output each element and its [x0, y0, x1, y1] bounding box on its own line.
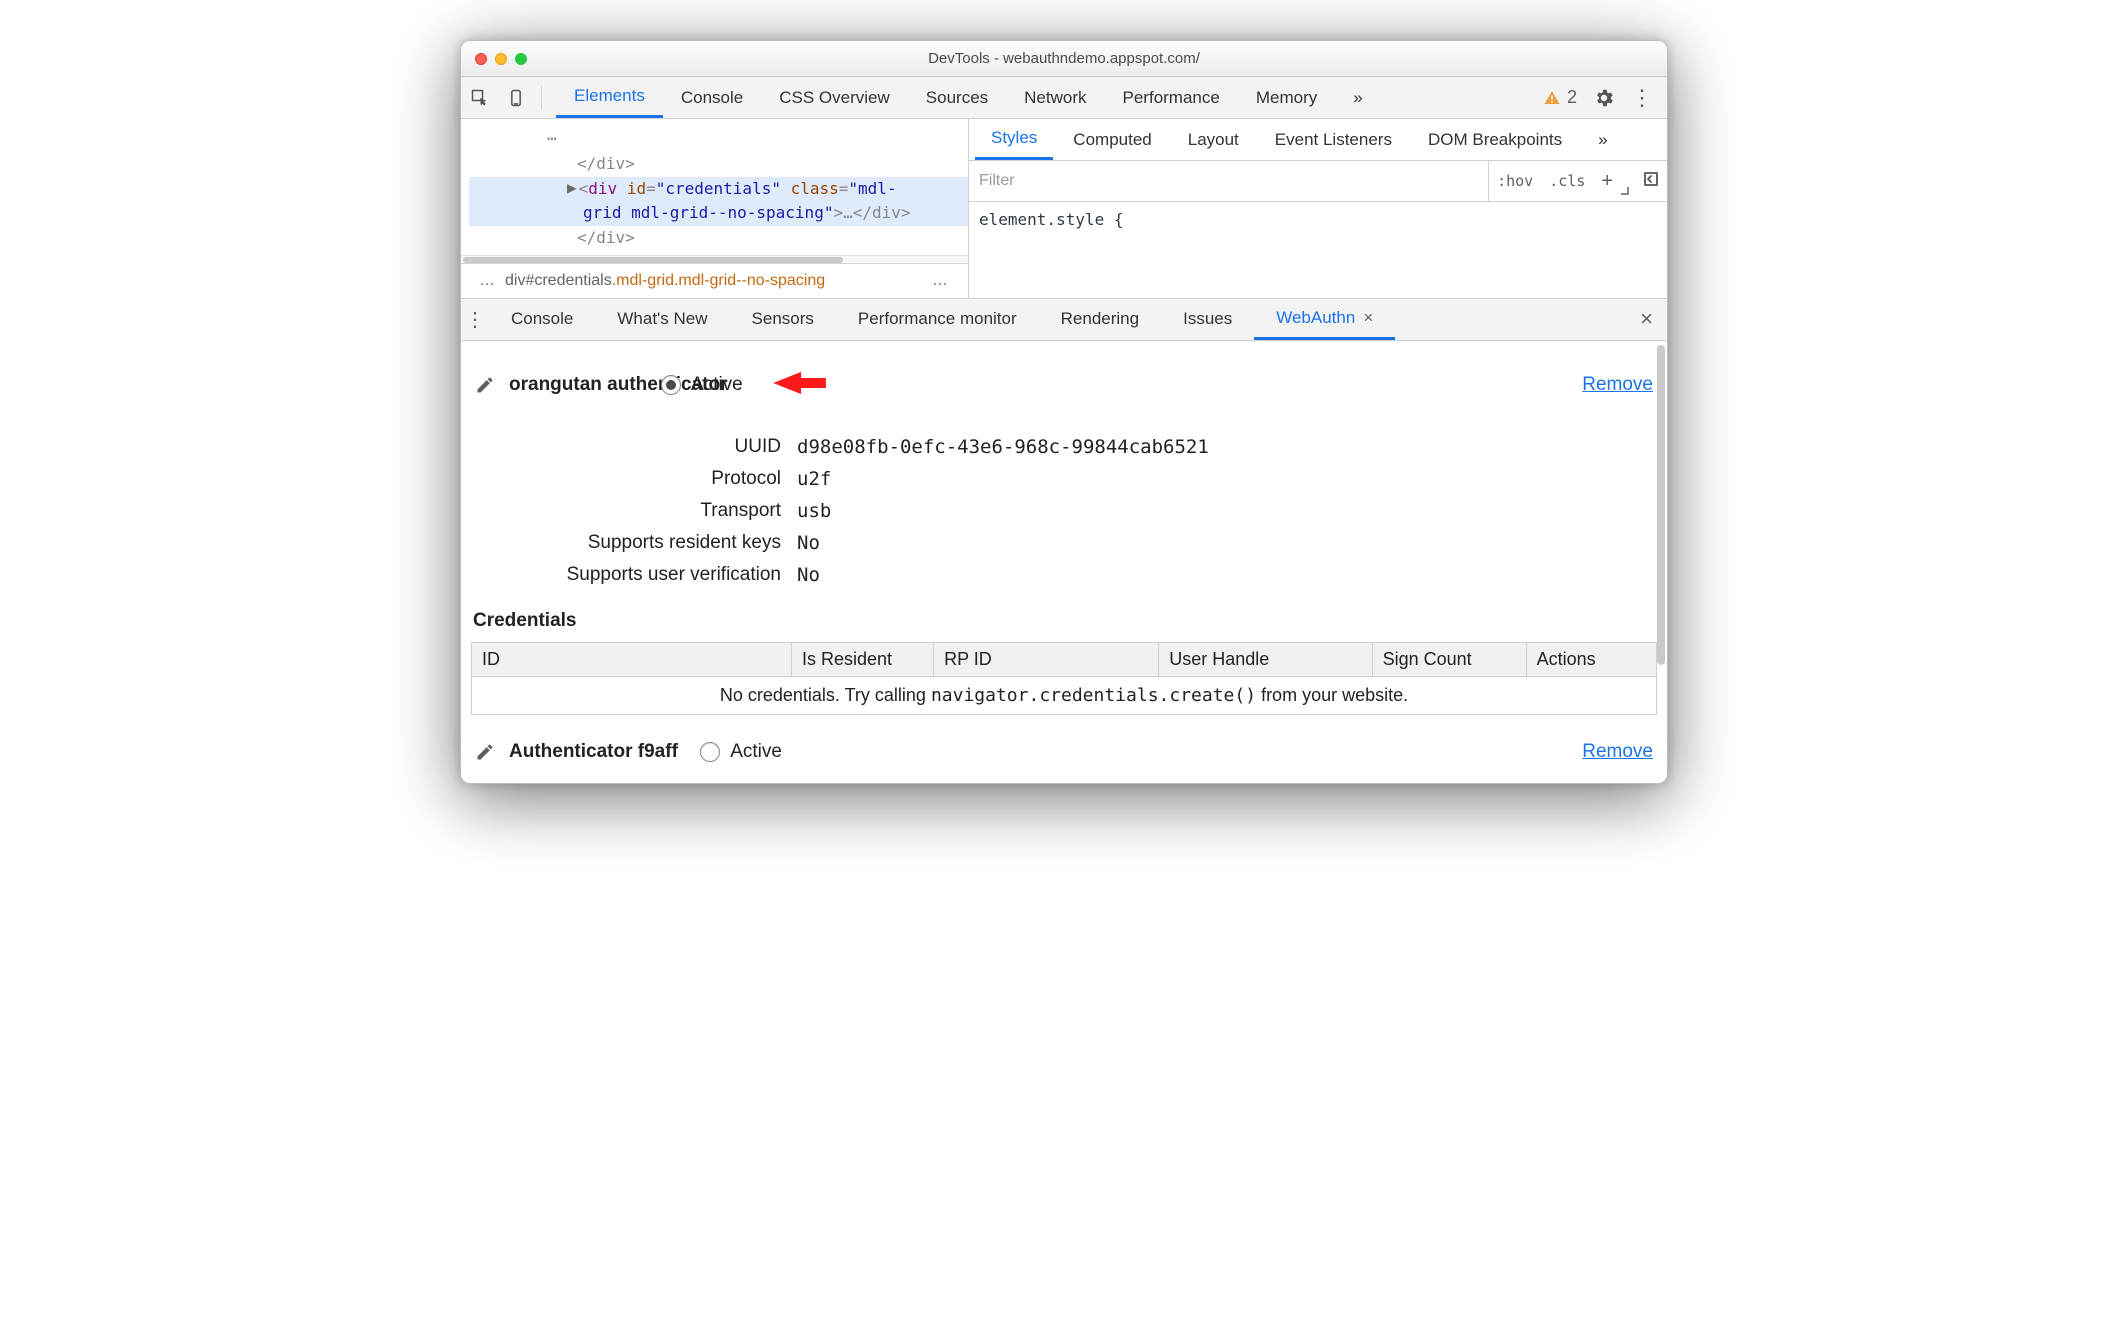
property-label: Transport [471, 500, 781, 522]
tab-issues[interactable]: Issues [1161, 299, 1254, 340]
tab-dom-breakpoints[interactable]: DOM Breakpoints [1412, 119, 1578, 160]
property-label: Supports user verification [471, 564, 781, 586]
active-radio-label: Active [730, 741, 782, 763]
property-value: No [797, 532, 1657, 554]
credentials-table: ID Is Resident RP ID User Handle Sign Co… [471, 642, 1657, 715]
tab-rendering[interactable]: Rendering [1039, 299, 1161, 340]
dom-node-selected[interactable]: ▶<div id="credentials" class="mdl- [469, 177, 968, 202]
window-title: DevTools - webauthndemo.appspot.com/ [461, 50, 1667, 67]
authenticator-name: Authenticator f9aff [509, 741, 678, 763]
annotation-arrow-icon [767, 359, 829, 412]
remove-authenticator-link[interactable]: Remove [1582, 741, 1653, 763]
tab-more-sidebar[interactable]: » [1582, 119, 1623, 160]
devtools-window: DevTools - webauthndemo.appspot.com/ Ele… [460, 40, 1668, 784]
col-rp-id[interactable]: RP ID [934, 642, 1159, 676]
property-label: Protocol [471, 468, 781, 490]
inspect-icon[interactable] [469, 87, 491, 109]
resize-corner-icon [1621, 187, 1629, 195]
new-style-rule-icon[interactable]: + [1593, 170, 1621, 193]
tab-computed[interactable]: Computed [1057, 119, 1167, 160]
breadcrumb-overflow-icon[interactable]: … [924, 272, 958, 290]
tab-layout[interactable]: Layout [1172, 119, 1255, 160]
col-actions[interactable]: Actions [1526, 642, 1656, 676]
credentials-empty-row: No credentials. Try calling navigator.cr… [472, 676, 1657, 714]
expand-arrow-icon[interactable]: ▶ [567, 176, 577, 201]
settings-gear-icon[interactable] [1593, 87, 1615, 109]
breadcrumb-overflow-icon[interactable]: … [471, 272, 505, 290]
scrollbar-horizontal[interactable] [461, 255, 968, 263]
active-radio[interactable] [700, 742, 720, 762]
expand-pane-icon[interactable] [1635, 171, 1667, 192]
elements-tree-panel: ⋯ </div> ▶<div id="credentials" class="m… [461, 119, 969, 298]
tab-performance[interactable]: Performance [1105, 77, 1238, 118]
more-icon[interactable]: ⋯ [547, 129, 557, 148]
tab-memory[interactable]: Memory [1238, 77, 1335, 118]
webauthn-panel: orangutan authenticator Active Remove UU… [461, 341, 1667, 783]
tab-network[interactable]: Network [1006, 77, 1104, 118]
device-toggle-icon[interactable] [505, 87, 527, 109]
kebab-menu-icon[interactable]: ⋮ [1631, 87, 1653, 109]
warnings-count: 2 [1567, 87, 1577, 108]
styles-rule[interactable]: element.style { [969, 202, 1667, 237]
drawer-kebab-icon[interactable]: ⋮ [461, 307, 489, 332]
tab-sensors[interactable]: Sensors [730, 299, 836, 340]
drawer-tabs: ⋮ Console What's New Sensors Performance… [461, 299, 1667, 341]
property-value: usb [797, 500, 1657, 522]
hov-toggle[interactable]: :hov [1489, 172, 1541, 190]
warnings-badge[interactable]: 2 [1543, 87, 1577, 108]
breadcrumb: … div#credentials.mdl-grid.mdl-grid--no-… [461, 263, 968, 298]
property-label: UUID [471, 436, 781, 458]
property-label: Supports resident keys [471, 532, 781, 554]
scrollbar-vertical[interactable] [1657, 345, 1665, 779]
cls-toggle[interactable]: .cls [1541, 172, 1593, 190]
tab-whats-new[interactable]: What's New [595, 299, 729, 340]
col-id[interactable]: ID [472, 642, 792, 676]
sidebar-tabs: Styles Computed Layout Event Listeners D… [969, 119, 1667, 161]
dom-node[interactable]: </div> [469, 226, 968, 251]
styles-filter-input[interactable] [969, 161, 1489, 201]
credentials-heading: Credentials [471, 608, 1657, 642]
tab-console[interactable]: Console [663, 77, 761, 118]
tab-drawer-console[interactable]: Console [489, 299, 595, 340]
edit-pencil-icon[interactable] [475, 375, 495, 395]
active-radio-label: Active [691, 374, 743, 396]
dom-node-selected[interactable]: grid mdl-grid--no-spacing">…</div> [469, 201, 968, 226]
property-value: d98e08fb-0efc-43e6-968c-99844cab6521 [797, 436, 1657, 458]
col-sign-count[interactable]: Sign Count [1372, 642, 1526, 676]
close-tab-icon[interactable]: × [1363, 308, 1373, 328]
breadcrumb-item[interactable]: div#credentials.mdl-grid.mdl-grid--no-sp… [505, 272, 825, 290]
authenticator-row: orangutan authenticator Active Remove [471, 341, 1657, 430]
tab-event-listeners[interactable]: Event Listeners [1259, 119, 1408, 160]
main-panel-tabs: Elements Console CSS Overview Sources Ne… [556, 77, 1381, 118]
col-is-resident[interactable]: Is Resident [791, 642, 933, 676]
tab-more-panels[interactable]: » [1335, 77, 1380, 118]
styles-panel: Styles Computed Layout Event Listeners D… [969, 119, 1667, 298]
devtools-toolbar: Elements Console CSS Overview Sources Ne… [461, 77, 1667, 119]
edit-pencil-icon[interactable] [475, 742, 495, 762]
tab-css-overview[interactable]: CSS Overview [761, 77, 908, 118]
close-drawer-icon[interactable]: × [1626, 306, 1667, 332]
property-value: u2f [797, 468, 1657, 490]
col-user-handle[interactable]: User Handle [1159, 642, 1372, 676]
authenticator-row: Authenticator f9aff Active Remove [471, 715, 1657, 763]
tab-styles[interactable]: Styles [975, 119, 1053, 160]
authenticator-properties: UUID d98e08fb-0efc-43e6-968c-99844cab652… [471, 430, 1657, 608]
tab-sources[interactable]: Sources [908, 77, 1006, 118]
tab-elements[interactable]: Elements [556, 77, 663, 118]
remove-authenticator-link[interactable]: Remove [1582, 374, 1653, 396]
tab-webauthn[interactable]: WebAuthn× [1254, 299, 1395, 340]
property-value: No [797, 564, 1657, 586]
titlebar: DevTools - webauthndemo.appspot.com/ [461, 41, 1667, 77]
dom-node[interactable]: </div> [469, 152, 968, 177]
tab-performance-monitor[interactable]: Performance monitor [836, 299, 1039, 340]
active-radio[interactable] [661, 375, 681, 395]
